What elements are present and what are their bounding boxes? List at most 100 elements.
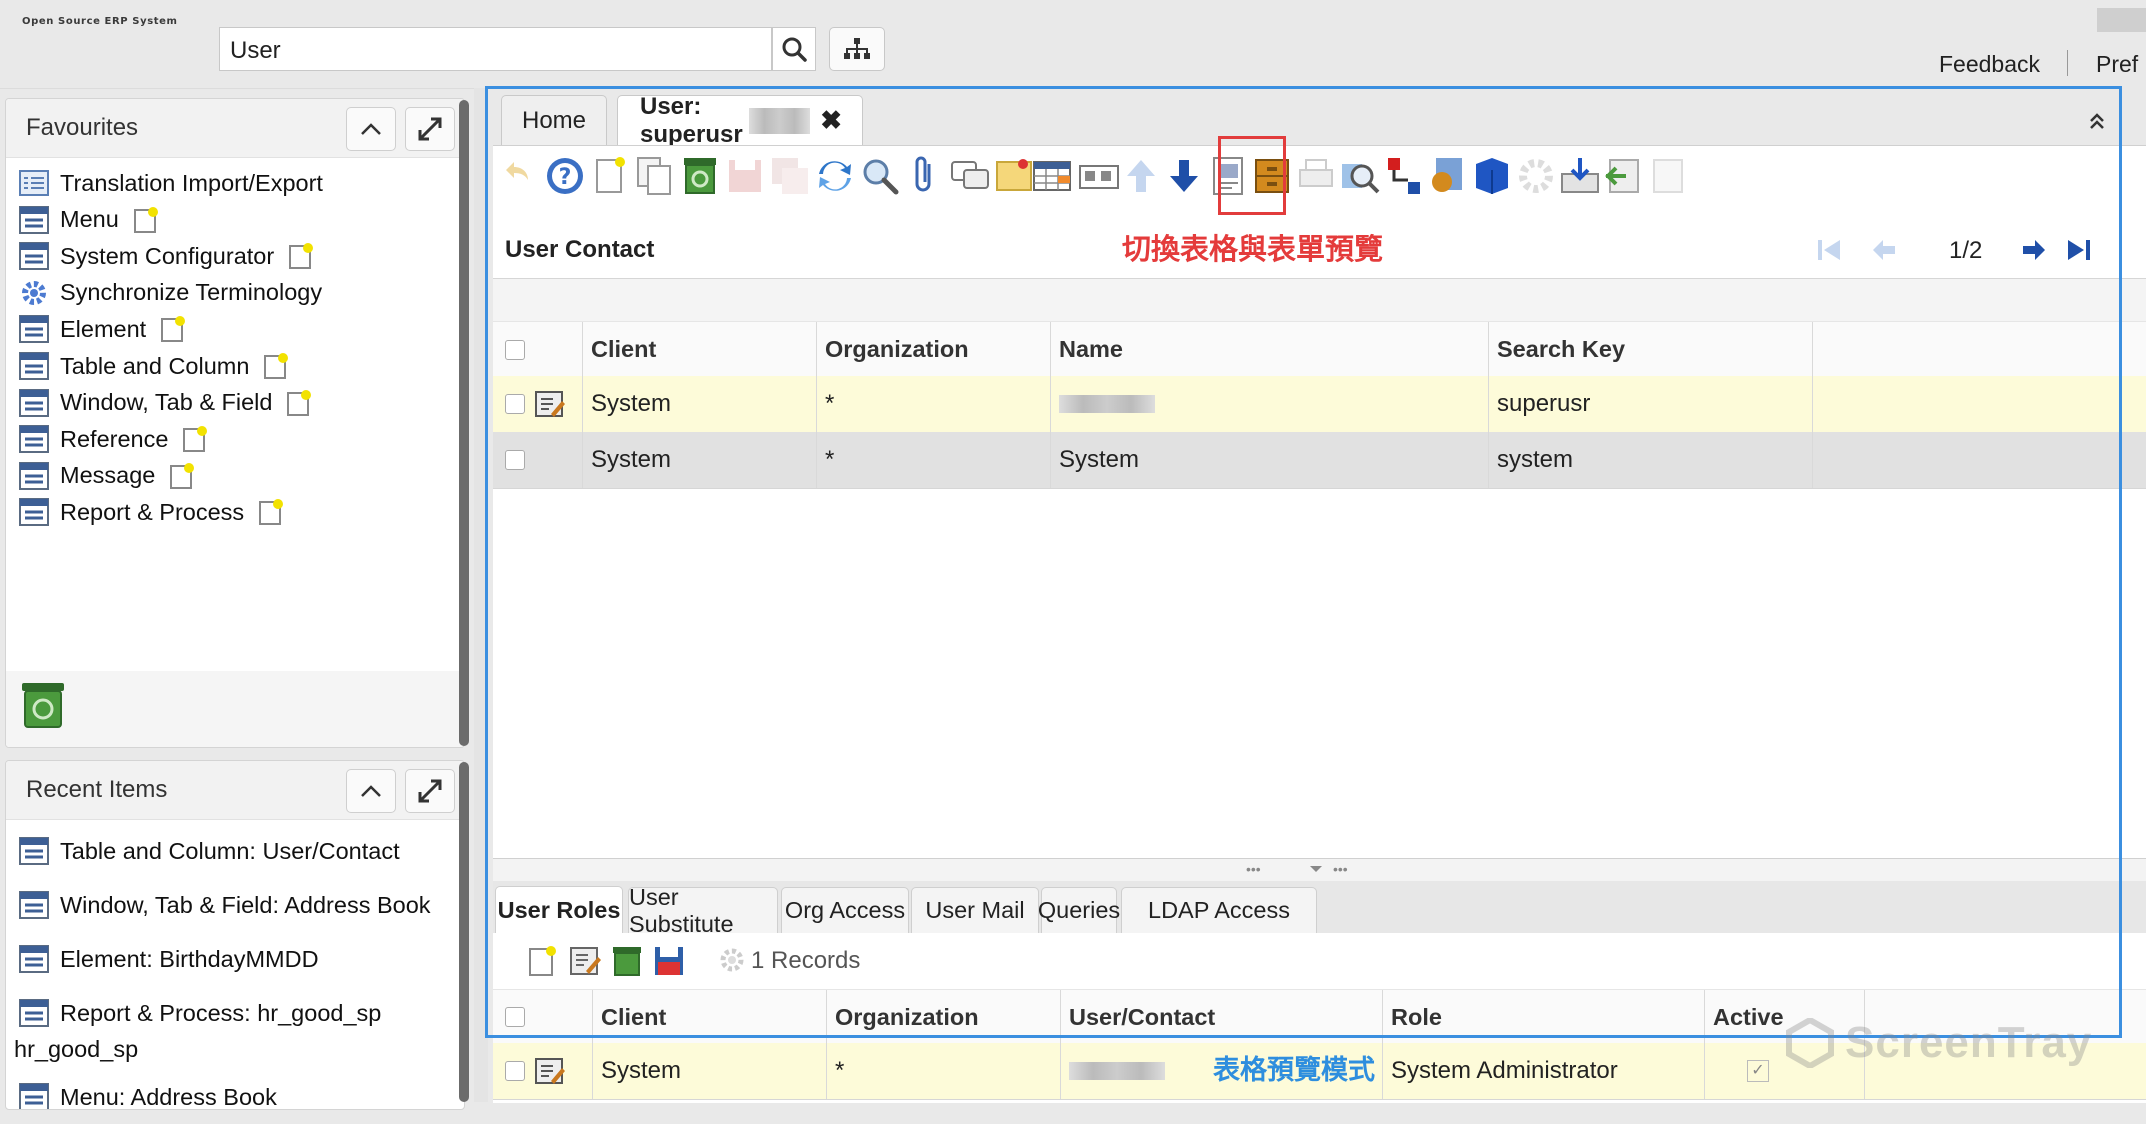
double-chevron-up-icon[interactable] [2088, 112, 2106, 130]
maximize-favourites-button[interactable] [405, 107, 455, 151]
detail-down-icon[interactable] [1162, 154, 1206, 198]
detail-splitter[interactable]: ••• ••• [493, 858, 2146, 882]
note-icon[interactable] [133, 206, 159, 234]
row-checkbox[interactable] [505, 450, 525, 470]
select-all-checkbox[interactable] [505, 1007, 525, 1027]
menu-tree-button[interactable] [829, 27, 885, 71]
refresh-icon[interactable] [813, 154, 857, 198]
table-row[interactable]: System * superusr [493, 376, 2146, 433]
feedback-link[interactable]: Feedback [1939, 51, 2040, 78]
recent-item[interactable]: Report & Process: hr_good_sp [6, 993, 446, 1033]
next-record-icon[interactable] [2021, 238, 2047, 262]
note-icon[interactable] [160, 315, 186, 343]
note-icon[interactable] [182, 425, 208, 453]
favourite-item[interactable]: Translation Import/Export [6, 163, 446, 203]
grid-cell-org[interactable]: * [817, 376, 1051, 432]
splitter-chevron-down-icon[interactable] [1309, 865, 1323, 874]
help-icon[interactable]: ? [543, 154, 587, 198]
grid-cell-search_key[interactable]: superusr [1489, 376, 1813, 432]
toggle-grid-form-icon[interactable] [1030, 154, 1074, 198]
request-icon[interactable] [1426, 154, 1470, 198]
detail-up-icon[interactable] [1119, 154, 1163, 198]
app-logo[interactable]: iDempiere Open Source ERP System [8, 16, 2146, 1124]
new-record-icon[interactable] [527, 945, 557, 977]
process-gear-icon[interactable] [719, 947, 745, 973]
process-icon[interactable] [1514, 154, 1558, 198]
workflow-icon[interactable] [1382, 154, 1426, 198]
column-header[interactable]: Client [593, 990, 827, 1044]
delete-icon[interactable] [678, 154, 722, 198]
column-header[interactable]: Role [1383, 990, 1705, 1044]
note-icon[interactable] [263, 352, 289, 380]
first-record-icon[interactable] [1816, 238, 1842, 262]
save-icon[interactable] [723, 154, 767, 198]
save-new-icon[interactable] [768, 154, 812, 198]
table-row[interactable]: System * System system [493, 432, 2146, 489]
chat-icon[interactable] [948, 154, 992, 198]
favourite-item[interactable]: Message [6, 456, 446, 496]
tab-home[interactable]: Home [501, 95, 607, 145]
favourites-scrollbar[interactable] [459, 100, 469, 746]
note-icon[interactable] [169, 462, 195, 490]
print-icon[interactable] [1294, 154, 1338, 198]
collapse-favourites-button[interactable] [346, 107, 396, 151]
grid-cell-name[interactable]: System [1051, 432, 1489, 488]
grid-cell-client[interactable]: System [583, 376, 817, 432]
favourite-item[interactable]: Reference [6, 419, 446, 459]
recent-item[interactable]: Window, Tab & Field: Address Book [6, 885, 446, 925]
tab-ldap-access[interactable]: LDAP Access [1121, 887, 1317, 933]
recent-item[interactable]: Menu: Address Book [6, 1077, 446, 1109]
import-icon[interactable] [1602, 154, 1646, 198]
preferences-link[interactable]: Pref [2096, 51, 2138, 78]
grid-cell-role[interactable]: System Administrator [1383, 1043, 1705, 1099]
favourite-item[interactable]: Window, Tab & Field [6, 383, 446, 423]
edit-row-icon[interactable] [535, 390, 565, 418]
favourite-item[interactable]: Menu [6, 200, 446, 240]
recent-items-scrollbar[interactable] [459, 762, 469, 1102]
grid-cell-org[interactable]: * [827, 1043, 1061, 1099]
save-record-icon[interactable] [653, 945, 685, 977]
column-header[interactable]: User/Contact [1061, 990, 1383, 1044]
archive-icon[interactable] [1250, 154, 1294, 198]
favourite-item[interactable]: Synchronize Terminology [6, 273, 446, 313]
maximize-recent-button[interactable] [405, 769, 455, 813]
tab-user-roles[interactable]: User Roles [495, 886, 623, 934]
west-panel-splitter[interactable] [474, 88, 488, 1102]
new-record-icon[interactable] [588, 154, 632, 198]
edit-row-icon[interactable] [535, 1057, 565, 1085]
global-search-input[interactable]: User [219, 27, 772, 71]
delete-record-icon[interactable] [611, 945, 643, 977]
row-checkbox[interactable] [505, 394, 525, 414]
export-icon[interactable] [1558, 154, 1602, 198]
grid-cell-client[interactable]: System [583, 432, 817, 488]
undo-icon[interactable] [498, 154, 542, 198]
close-tab-icon[interactable]: ✖ [820, 105, 842, 136]
report-icon[interactable] [1206, 154, 1250, 198]
last-record-icon[interactable] [2066, 238, 2092, 262]
column-header[interactable]: Search Key [1489, 322, 1813, 377]
recent-item[interactable]: Element: BirthdayMMDD [6, 939, 446, 979]
recent-item[interactable]: Table and Column: User/Contact [6, 831, 446, 871]
tab-user-mail[interactable]: User Mail [911, 887, 1039, 933]
grid-cell-name[interactable] [1051, 376, 1489, 432]
customize-icon[interactable] [1646, 154, 1690, 198]
select-all-checkbox[interactable] [505, 339, 525, 360]
recent-item[interactable]: hr_good_sp [6, 1029, 454, 1069]
column-header[interactable]: Name [1051, 322, 1489, 377]
find-icon[interactable] [858, 154, 902, 198]
product-info-icon[interactable] [1470, 154, 1514, 198]
attachment-icon[interactable] [903, 154, 947, 198]
column-header[interactable]: Organization [827, 990, 1061, 1044]
copy-record-icon[interactable] [633, 154, 677, 198]
row-checkbox[interactable] [505, 1061, 525, 1081]
tab-org-access[interactable]: Org Access [781, 887, 909, 933]
note-icon[interactable] [258, 498, 284, 526]
tab-user-superusr[interactable]: User: superusr ✖ [617, 93, 863, 148]
tab-queries[interactable]: Queries [1038, 887, 1120, 933]
grid-cell-org[interactable]: * [817, 432, 1051, 488]
parent-record-icon[interactable] [1077, 154, 1121, 198]
zoom-across-icon[interactable] [1338, 154, 1382, 198]
search-button[interactable] [772, 27, 816, 71]
recycle-bin-button[interactable] [20, 681, 66, 729]
column-header[interactable]: Organization [817, 322, 1051, 377]
